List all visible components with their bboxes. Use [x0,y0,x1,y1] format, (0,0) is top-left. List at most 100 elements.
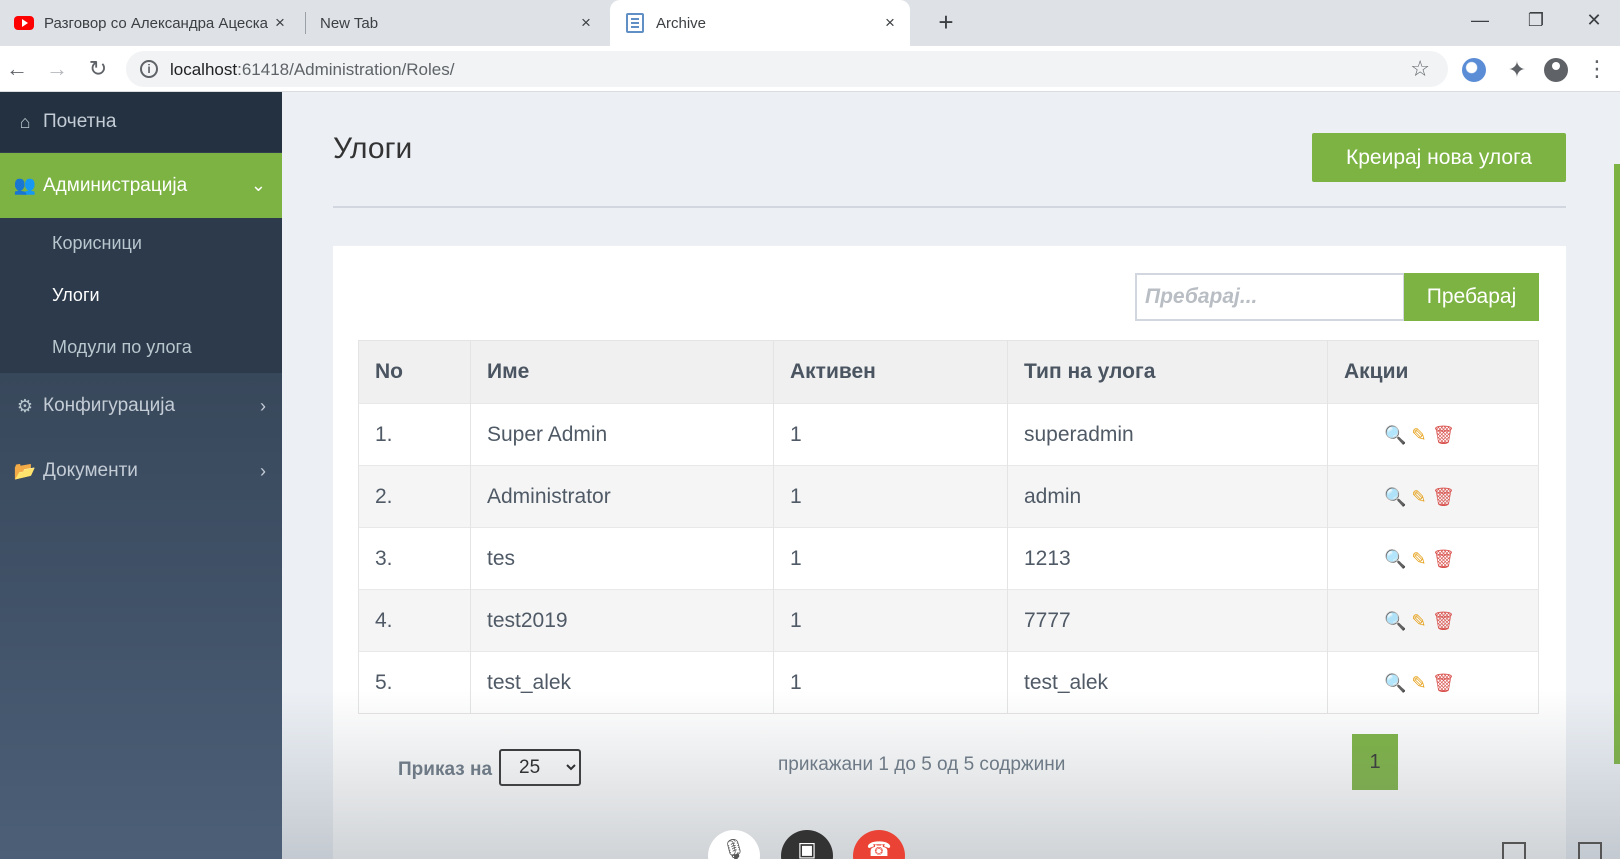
sidebar-item-documents[interactable]: 📂 Документи › [0,440,282,502]
minimize-icon[interactable]: — [1460,6,1500,34]
table-row: 1. Super Admin 1 superadmin 🔍 ✎ 🗑 [358,403,1539,466]
cell-actions: 🔍 ✎ 🗑 [1327,527,1539,590]
cell-no: 2. [358,465,471,528]
view-icon[interactable]: 🔍 [1384,672,1406,694]
cell-no: 4. [358,589,471,652]
popout-icon[interactable] [1578,842,1602,859]
column-header[interactable]: No [358,340,471,404]
sidebar-item-label: Администрација [43,174,188,196]
restore-icon[interactable]: ❐ [1516,6,1556,34]
sidebar: ⌂ Почетна 👥 Администрација ⌄ Корисници У… [0,92,282,859]
column-header[interactable]: Име [470,340,774,404]
cell-active: 1 [773,465,1008,528]
tab-close-icon[interactable]: × [270,13,290,33]
sidebar-item-label: Почетна [43,111,117,132]
roles-panel: Пребарај No Име Активен Тип на улога Акц… [333,246,1566,859]
new-tab-button[interactable]: + [932,9,960,37]
table-row: 2. Administrator 1 admin 🔍 ✎ 🗑 [358,465,1539,528]
cell-active: 1 [773,403,1008,466]
profile-avatar-icon[interactable] [1544,58,1568,82]
cell-active: 1 [773,527,1008,590]
table-row: 5. test_alek 1 test_alek 🔍 ✎ 🗑 [358,651,1539,714]
gears-icon: ⚙ [16,395,34,416]
delete-icon[interactable]: 🗑 [1432,610,1455,632]
view-icon[interactable]: 🔍 [1384,486,1406,508]
browser-tabbar: Разговор со Александра Ацеска × New Tab … [0,0,1620,46]
cell-no: 1. [358,403,471,466]
chevron-right-icon: › [260,460,266,481]
bookmark-star-icon[interactable]: ☆ [1410,56,1430,82]
cell-no: 3. [358,527,471,590]
users-icon: 👥 [13,175,37,195]
table-row: 3. tes 1 1213 🔍 ✎ 🗑 [358,527,1539,590]
cell-actions: 🔍 ✎ 🗑 [1327,651,1539,714]
back-arrow-icon[interactable]: ← [2,54,32,84]
chevron-right-icon: › [260,395,266,416]
cell-role-type: test_alek [1007,651,1328,714]
delete-icon[interactable]: 🗑 [1432,424,1455,446]
forward-arrow-icon[interactable]: → [42,54,72,84]
page-title: Улоги [333,132,413,165]
create-role-button[interactable]: Креирај нова улога [1312,133,1566,182]
sidebar-item-role-modules[interactable]: Модули по улога [52,337,192,358]
tab-close-icon[interactable]: × [880,13,900,33]
delete-icon[interactable]: 🗑 [1432,548,1455,570]
view-icon[interactable]: 🔍 [1384,548,1406,570]
cell-role-type: admin [1007,465,1328,528]
sidebar-item-configuration[interactable]: ⚙ Конфигурација › [0,375,282,437]
view-icon[interactable]: 🔍 [1384,610,1406,632]
cell-no: 5. [358,651,471,714]
tab-close-icon[interactable]: × [576,13,596,33]
extension-icon[interactable] [1462,58,1486,82]
browser-menu-icon[interactable]: ⋮ [1585,58,1609,82]
edit-pencil-icon[interactable]: ✎ [1408,486,1430,508]
sidebar-item-label: Документи [43,460,138,481]
cell-actions: 🔍 ✎ 🗑 [1327,403,1539,466]
cell-active: 1 [773,589,1008,652]
tab-youtube[interactable]: Разговор со Александра Ацеска × [0,0,300,46]
pagination-info: прикажани 1 до 5 од 5 содржини [778,754,1066,775]
sidebar-item-home[interactable]: ⌂ Почетна [0,92,282,152]
page-size-select[interactable]: 25 [499,749,581,786]
page-size-label: Приказ на [398,759,493,780]
window-close-icon[interactable]: ✕ [1574,6,1614,34]
search-input[interactable] [1135,273,1405,321]
captions-icon[interactable] [1502,842,1526,859]
sidebar-item-label: Конфигурација [43,395,176,416]
search-button[interactable]: Пребарај [1404,273,1539,321]
folder-icon: 📂 [13,460,37,481]
chevron-down-icon: ⌄ [250,175,266,195]
info-icon[interactable]: i [140,60,158,78]
cell-role-type: 1213 [1007,527,1328,590]
document-icon [626,13,644,33]
view-icon[interactable]: 🔍 [1384,424,1406,446]
column-header[interactable]: Активен [773,340,1008,404]
sidebar-item-roles[interactable]: Улоги [52,285,100,306]
reload-icon[interactable]: ↻ [83,54,113,84]
edit-pencil-icon[interactable]: ✎ [1408,610,1430,632]
tab-new-tab[interactable]: New Tab × [306,0,606,46]
sidebar-item-administration[interactable]: 👥 Администрација ⌄ [0,153,282,218]
cell-name: test2019 [470,589,774,652]
url-text[interactable]: localhost:61418/Administration/Roles/ [170,60,454,80]
cell-name: test_alek [470,651,774,714]
edit-pencil-icon[interactable]: ✎ [1408,548,1430,570]
address-bar[interactable]: i localhost:61418/Administration/Roles/ … [126,51,1448,87]
scrollbar[interactable] [1614,164,1620,764]
sidebar-item-users[interactable]: Корисници [52,233,142,254]
main-content: Улоги Креирај нова улога Пребарај No Име… [282,92,1620,859]
column-header: Акции [1327,340,1539,404]
tab-archive[interactable]: Archive × [610,0,910,46]
column-header[interactable]: Тип на улога [1007,340,1328,404]
cell-role-type: 7777 [1007,589,1328,652]
edit-pencil-icon[interactable]: ✎ [1408,424,1430,446]
page-button[interactable]: 1 [1352,734,1398,790]
puzzle-icon[interactable]: ✦ [1505,58,1529,82]
cell-actions: 🔍 ✎ 🗑 [1327,589,1539,652]
edit-pencil-icon[interactable]: ✎ [1408,672,1430,694]
delete-icon[interactable]: 🗑 [1432,486,1455,508]
delete-icon[interactable]: 🗑 [1432,672,1455,694]
table-row: 4. test2019 1 7777 🔍 ✎ 🗑 [358,589,1539,652]
cell-actions: 🔍 ✎ 🗑 [1327,465,1539,528]
youtube-icon [14,16,34,30]
